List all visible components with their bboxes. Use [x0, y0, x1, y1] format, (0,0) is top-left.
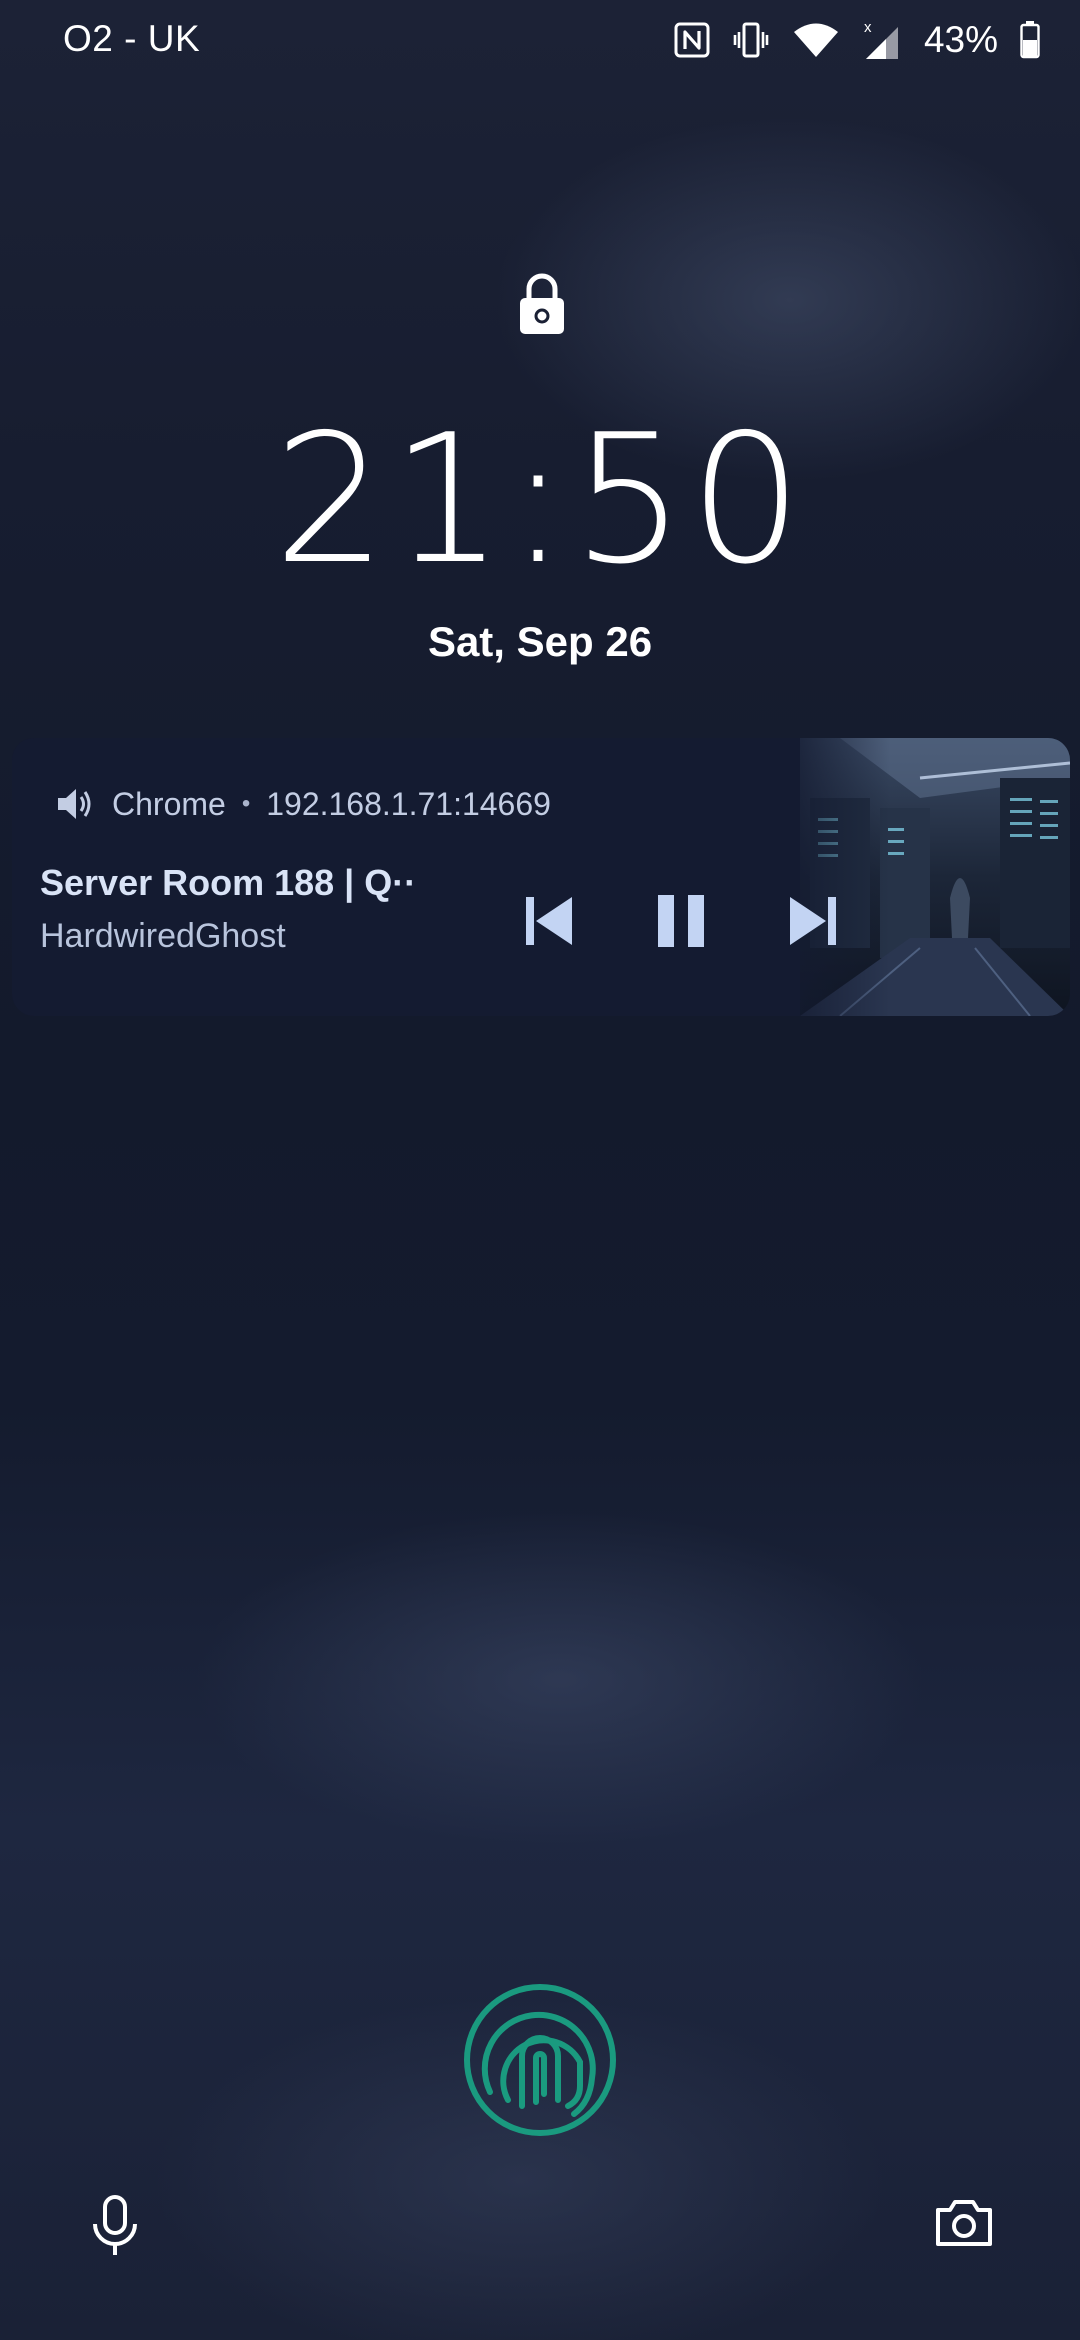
media-app-name: Chrome	[112, 785, 226, 822]
clock-time: 21:50	[273, 396, 807, 603]
pause-icon[interactable]	[654, 893, 710, 949]
vibrate-icon	[733, 22, 769, 58]
wifi-icon	[793, 23, 838, 57]
signal-badge: x	[864, 19, 872, 36]
skip-previous-icon[interactable]	[522, 893, 578, 949]
cell-signal-icon: x	[864, 19, 898, 59]
speaker-icon	[58, 789, 91, 819]
battery-percent: 43%	[923, 19, 998, 60]
nfc-icon	[674, 22, 710, 58]
skip-next-icon[interactable]	[786, 893, 842, 949]
battery-icon	[1020, 21, 1040, 59]
microphone-icon[interactable]	[90, 2194, 140, 2258]
carrier-name: O2 - UK	[63, 18, 201, 59]
clock-date: Sat, Sep 26	[427, 618, 653, 665]
padlock-icon	[520, 273, 564, 334]
media-header-separator: •	[241, 790, 251, 817]
status-icons: x 43%	[674, 18, 1040, 62]
media-track-artist: HardwiredGhost	[40, 917, 286, 955]
status-bar: O2 - UK x 43%	[0, 0, 1080, 80]
media-header: Chrome • 192.168.1.71:14669	[56, 782, 551, 826]
album-art-fade	[770, 738, 890, 1016]
media-track-title: Server Room 188 | Q··	[40, 862, 417, 903]
camera-icon[interactable]	[934, 2196, 994, 2248]
fingerprint-icon[interactable]	[462, 1982, 618, 2138]
media-source: 192.168.1.71:14669	[266, 785, 551, 822]
